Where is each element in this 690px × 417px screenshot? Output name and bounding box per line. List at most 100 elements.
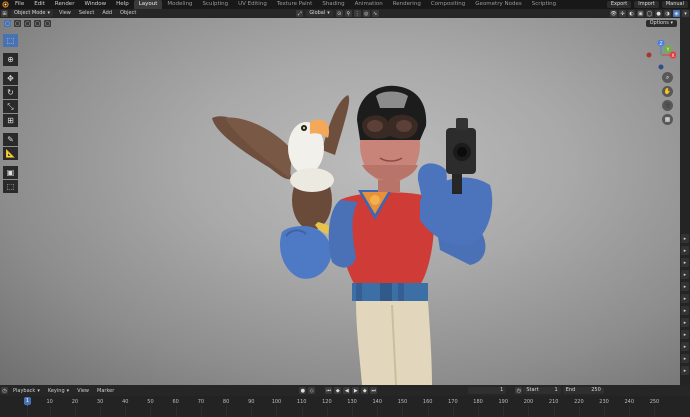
import-button[interactable]: Import: [634, 1, 659, 8]
sidebar-tab-10-icon[interactable]: ▸: [681, 342, 689, 351]
timeline-editor-icon[interactable]: ◷: [1, 387, 8, 394]
3d-viewport[interactable]: Options ▾ ▢ ▢ ▢ ▢ ▢ ⬚ ⊕ ✥ ↻ ⤡ ⊞ ✎ 📐 ▣ ⬚ …: [0, 18, 690, 385]
jump-end-icon[interactable]: ⏭: [370, 387, 378, 394]
sidebar-tab-4-icon[interactable]: ▸: [681, 270, 689, 279]
editor-type-icon[interactable]: ⊞: [1, 10, 8, 17]
manual-button[interactable]: Manual: [661, 1, 688, 8]
zoom-icon[interactable]: ⌕: [662, 72, 673, 83]
tab-compositing[interactable]: Compositing: [426, 0, 470, 9]
menu-window[interactable]: Window: [79, 0, 111, 9]
pivot-icon[interactable]: ⊙: [335, 10, 343, 17]
shading-material-icon[interactable]: ◑: [664, 10, 671, 17]
tab-rendering[interactable]: Rendering: [388, 0, 426, 9]
next-keyframe-icon[interactable]: ◆: [361, 387, 369, 394]
menu-render[interactable]: Render: [50, 0, 80, 9]
overlays-icon[interactable]: ◐: [628, 10, 635, 17]
playback-menu[interactable]: Playback ▾: [9, 388, 44, 394]
sidebar-tab-7-icon[interactable]: ▸: [681, 306, 689, 315]
sidebar-tab-11-icon[interactable]: ▸: [681, 354, 689, 363]
transform-tool-icon[interactable]: ⊞: [3, 114, 18, 127]
ruler-tick-line: [528, 406, 530, 417]
move-tool-icon[interactable]: ✥: [3, 72, 18, 85]
perspective-toggle-icon[interactable]: ▦: [662, 114, 673, 125]
shading-wireframe-icon[interactable]: ◯: [646, 10, 653, 17]
ruler-tick-line: [352, 406, 354, 417]
blender-logo-icon[interactable]: [0, 0, 10, 9]
sidebar-view-icon[interactable]: ▸: [681, 258, 689, 267]
tab-shading[interactable]: Shading: [317, 0, 349, 9]
annotate-tool-icon[interactable]: ✎: [3, 133, 18, 146]
sidebar-tab-9-icon[interactable]: ▸: [681, 330, 689, 339]
ruler-tick-line: [402, 406, 404, 417]
character-render: [212, 85, 493, 385]
falloff-icon[interactable]: ∿: [371, 10, 379, 17]
snap-icon[interactable]: ⚲: [344, 10, 352, 17]
select-box-tool-icon[interactable]: ⬚: [3, 34, 18, 47]
marker-menu[interactable]: Marker: [93, 388, 118, 394]
neg-z-axis-handle[interactable]: [658, 64, 664, 70]
visibility-icon[interactable]: 👁: [610, 10, 617, 17]
menu-edit[interactable]: Edit: [29, 0, 50, 9]
shading-solid-icon[interactable]: ●: [655, 10, 662, 17]
neg-x-axis-handle[interactable]: [646, 52, 652, 58]
shading-options-icon[interactable]: ▾: [682, 10, 689, 17]
orientation-icon[interactable]: ⤢: [296, 10, 304, 17]
mode-dropdown[interactable]: Object Mode ▾: [11, 10, 54, 17]
chevron-down-icon: ▾: [66, 387, 70, 394]
ruler-tick-line: [553, 406, 555, 417]
ruler-tick-label: 10: [46, 399, 53, 405]
rotate-tool-icon[interactable]: ↻: [3, 86, 18, 99]
export-button[interactable]: Export: [606, 1, 632, 8]
navigation-gizmo[interactable]: X Z Y: [646, 40, 676, 70]
cursor-tool-icon[interactable]: ⊕: [3, 53, 18, 66]
orientation-dropdown[interactable]: Global ▾: [306, 10, 333, 17]
record-icon[interactable]: ●: [299, 387, 307, 394]
timeline-ruler[interactable]: 1 10 20 30 40 50 60 70 80 90 100 110 120 130 140 150 16…: [0, 396, 690, 417]
sidebar-item-icon[interactable]: ▸: [681, 234, 689, 243]
keying-menu[interactable]: Keying ▾: [44, 388, 73, 394]
pan-hand-icon[interactable]: ✋: [662, 86, 673, 97]
tab-uv-editing[interactable]: UV Editing: [233, 0, 272, 9]
tab-texture-paint[interactable]: Texture Paint: [272, 0, 318, 9]
ruler-tick-line: [452, 406, 454, 417]
play-icon[interactable]: ▶: [352, 387, 360, 394]
menu-add[interactable]: Add: [98, 9, 116, 18]
sidebar-tab-8-icon[interactable]: ▸: [681, 318, 689, 327]
menu-help[interactable]: Help: [111, 0, 134, 9]
timeline-view-menu[interactable]: View: [73, 388, 93, 394]
keyframe-icon[interactable]: ◇: [308, 387, 316, 394]
proportional-edit-icon[interactable]: ◎: [362, 10, 370, 17]
end-frame-field[interactable]: End 250: [562, 387, 604, 394]
tab-scripting[interactable]: Scripting: [527, 0, 561, 9]
tab-animation[interactable]: Animation: [350, 0, 388, 9]
shading-rendered-icon[interactable]: ◉: [673, 10, 680, 17]
snap-target-icon[interactable]: ⋮: [353, 10, 361, 17]
preview-range-icon[interactable]: ◷: [515, 387, 523, 394]
tab-modeling[interactable]: Modeling: [162, 0, 197, 9]
sidebar-tab-12-icon[interactable]: ▸: [681, 366, 689, 375]
tab-layout[interactable]: Layout: [133, 0, 163, 9]
menu-select[interactable]: Select: [75, 9, 98, 18]
prev-keyframe-icon[interactable]: ◆: [334, 387, 342, 394]
current-frame-field[interactable]: 1: [468, 387, 507, 394]
measure-tool-icon[interactable]: 📐: [3, 147, 18, 160]
play-reverse-icon[interactable]: ◀: [343, 387, 351, 394]
sidebar-tab-5-icon[interactable]: ▸: [681, 282, 689, 291]
menu-view[interactable]: View: [55, 9, 75, 18]
start-frame-field[interactable]: Start 1: [523, 387, 561, 394]
timeline-header: ◷ Playback ▾ Keying ▾ View Marker ● ◇ ⏮ ◆ …: [0, 385, 690, 396]
menu-object[interactable]: Object: [116, 9, 140, 18]
tab-geometry-nodes[interactable]: Geometry Nodes: [470, 0, 526, 9]
scale-tool-icon[interactable]: ⤡: [3, 100, 18, 113]
xray-icon[interactable]: ▣: [637, 10, 644, 17]
camera-view-icon[interactable]: 🎥: [662, 100, 673, 111]
current-frame-indicator[interactable]: 1: [24, 397, 31, 405]
tab-sculpting[interactable]: Sculpting: [197, 0, 233, 9]
jump-start-icon[interactable]: ⏮: [325, 387, 333, 394]
sidebar-tab-6-icon[interactable]: ▸: [681, 294, 689, 303]
add-object-tool-icon[interactable]: ⬚: [3, 180, 18, 193]
add-cube-tool-icon[interactable]: ▣: [3, 166, 18, 179]
sidebar-tool-icon[interactable]: ▸: [681, 246, 689, 255]
gizmo-icon[interactable]: ✣: [619, 10, 626, 17]
menu-file[interactable]: File: [10, 0, 29, 9]
